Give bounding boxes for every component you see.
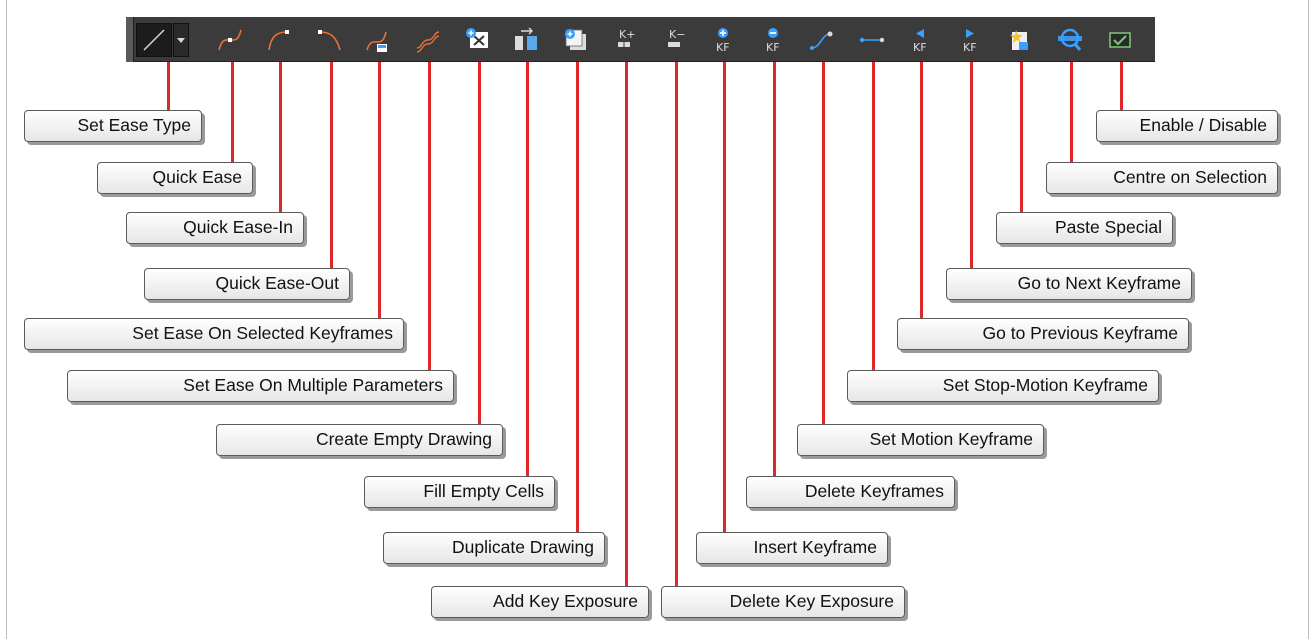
- leader-line: [231, 62, 234, 162]
- svg-text:KF: KF: [963, 41, 977, 54]
- delete-key-exposure-icon: K−: [668, 28, 685, 47]
- toolbar-grip-handle[interactable]: [126, 17, 134, 62]
- go-to-next-keyframe-button[interactable]: KF: [955, 25, 985, 55]
- leader-line: [526, 62, 529, 476]
- set-stop-motion-keyframe-icon: [859, 37, 885, 43]
- set-ease-type-button[interactable]: [136, 23, 172, 57]
- leader-line: [723, 62, 726, 532]
- callout-go-to-next-keyframe: Go to Next Keyframe: [946, 268, 1192, 300]
- enable-disable-icon: [1109, 32, 1131, 48]
- fill-empty-cells-button[interactable]: [511, 25, 541, 55]
- centre-on-selection-button[interactable]: [1055, 25, 1085, 55]
- callout-insert-keyframe: Insert Keyframe: [696, 532, 888, 564]
- diagonal-line-icon: [143, 29, 165, 51]
- svg-text:KF: KF: [766, 41, 780, 54]
- callout-set-ease-selected-keyframes: Set Ease On Selected Keyframes: [24, 318, 404, 350]
- callout-delete-key-exposure: Delete Key Exposure: [661, 586, 905, 618]
- leader-line: [1020, 62, 1023, 212]
- quick-ease-in-button[interactable]: [264, 25, 294, 55]
- leader-line: [920, 62, 923, 318]
- duplicate-drawing-icon: [565, 29, 586, 50]
- svg-text:K+: K+: [619, 28, 635, 41]
- callout-centre-on-selection: Centre on Selection: [1046, 162, 1278, 194]
- set-ease-selected-keyframes-button[interactable]: [363, 25, 393, 55]
- leader-line: [675, 62, 678, 586]
- callout-paste-special: Paste Special: [996, 212, 1173, 244]
- callout-quick-ease-in: Quick Ease-In: [126, 212, 304, 244]
- set-ease-multiple-parameters-icon: [416, 31, 440, 53]
- delete-keyframes-icon: KF: [766, 28, 780, 54]
- svg-text:KF: KF: [716, 41, 730, 54]
- leader-line: [872, 62, 875, 370]
- leader-line: [330, 62, 333, 268]
- leader-line: [970, 62, 973, 268]
- callout-quick-ease-out: Quick Ease-Out: [144, 268, 350, 300]
- paste-special-button[interactable]: [1005, 25, 1035, 55]
- leader-line: [1070, 62, 1073, 162]
- leader-line: [378, 62, 381, 318]
- add-key-exposure-button[interactable]: K+: [610, 25, 640, 55]
- previous-keyframe-icon: KF: [913, 29, 927, 54]
- callout-enable-disable: Enable / Disable: [1096, 110, 1278, 142]
- fill-empty-cells-icon: [515, 27, 537, 50]
- delete-key-exposure-button[interactable]: K−: [660, 25, 690, 55]
- callout-quick-ease: Quick Ease: [97, 162, 253, 194]
- callout-set-ease-type: Set Ease Type: [24, 110, 202, 142]
- svg-text:KF: KF: [913, 41, 927, 54]
- set-stop-motion-keyframe-button[interactable]: [857, 25, 887, 55]
- timeline-toolbar: K+ K− KF KF KF KF: [126, 17, 1155, 62]
- svg-text:K−: K−: [669, 28, 685, 41]
- leader-line: [1120, 62, 1123, 110]
- leader-line: [625, 62, 628, 586]
- dropdown-arrow-icon: [177, 38, 185, 43]
- leader-line: [167, 62, 170, 110]
- quick-ease-out-icon: [318, 30, 341, 51]
- go-to-previous-keyframe-button[interactable]: KF: [905, 25, 935, 55]
- leader-line: [773, 62, 776, 476]
- insert-keyframe-icon: KF: [716, 28, 730, 54]
- set-ease-selected-keyframes-icon: [366, 31, 387, 52]
- callout-set-stop-motion-keyframe: Set Stop-Motion Keyframe: [847, 370, 1159, 402]
- callout-go-to-previous-keyframe: Go to Previous Keyframe: [897, 318, 1189, 350]
- insert-keyframe-button[interactable]: KF: [708, 25, 738, 55]
- leader-line: [576, 62, 579, 532]
- callout-add-key-exposure: Add Key Exposure: [431, 586, 649, 618]
- quick-ease-icon: [218, 29, 242, 51]
- leader-line: [279, 62, 282, 212]
- duplicate-drawing-button[interactable]: [561, 25, 591, 55]
- callout-set-motion-keyframe: Set Motion Keyframe: [797, 424, 1044, 456]
- paste-special-icon: [1010, 30, 1028, 50]
- enable-disable-button[interactable]: [1105, 25, 1135, 55]
- quick-ease-out-button[interactable]: [315, 25, 345, 55]
- centre-on-selection-icon: [1058, 28, 1082, 51]
- leader-line: [428, 62, 431, 370]
- leader-line: [478, 62, 481, 424]
- callout-create-empty-drawing: Create Empty Drawing: [216, 424, 503, 456]
- callout-set-ease-multiple-parameters: Set Ease On Multiple Parameters: [67, 370, 454, 402]
- callout-delete-keyframes: Delete Keyframes: [746, 476, 955, 508]
- set-motion-keyframe-button[interactable]: [807, 25, 837, 55]
- create-empty-drawing-icon: [466, 28, 488, 48]
- quick-ease-in-icon: [268, 30, 289, 51]
- next-keyframe-icon: KF: [963, 29, 977, 54]
- callout-fill-empty-cells: Fill Empty Cells: [364, 476, 555, 508]
- quick-ease-button[interactable]: [215, 25, 245, 55]
- set-ease-type-dropdown[interactable]: [173, 23, 189, 57]
- add-key-exposure-icon: K+: [618, 28, 635, 47]
- create-empty-drawing-button[interactable]: [463, 25, 493, 55]
- callout-duplicate-drawing: Duplicate Drawing: [383, 532, 605, 564]
- delete-keyframes-button[interactable]: KF: [758, 25, 788, 55]
- leader-line: [822, 62, 825, 424]
- set-motion-keyframe-icon: [810, 31, 833, 50]
- set-ease-multiple-parameters-button[interactable]: [413, 25, 443, 55]
